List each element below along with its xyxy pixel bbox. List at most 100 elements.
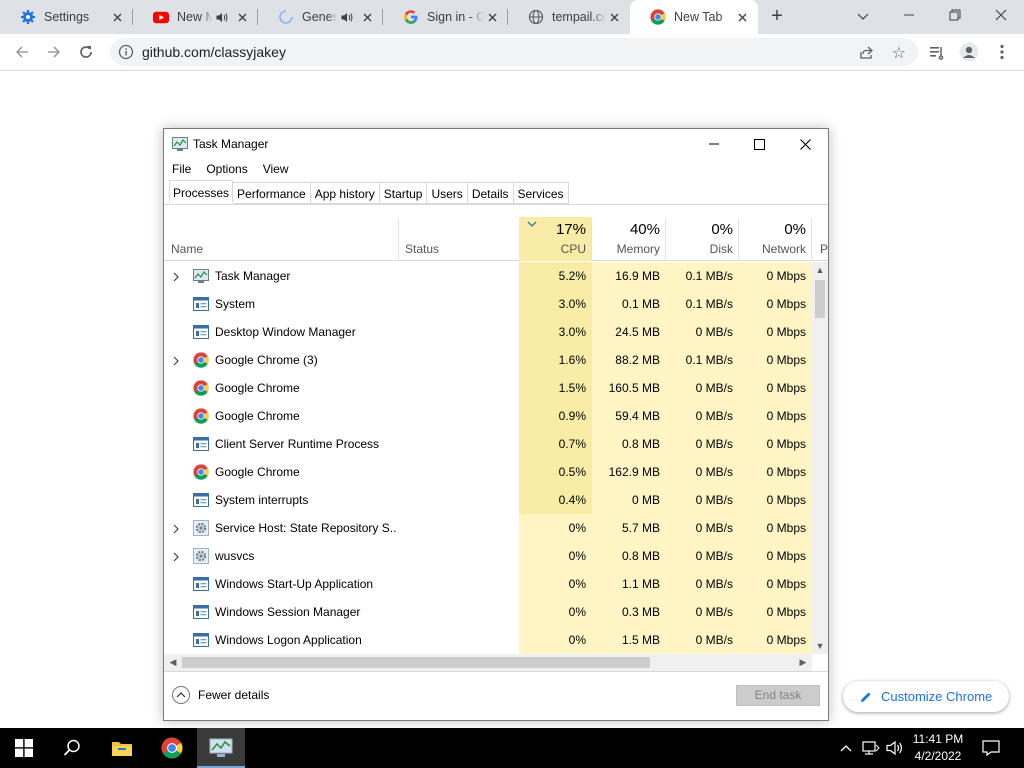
task-manager-title-bar[interactable]: Task Manager [164, 129, 828, 159]
menu-options[interactable]: Options [198, 159, 254, 181]
menu-file[interactable]: File [164, 159, 198, 181]
file-explorer-taskbar-button[interactable] [98, 728, 146, 768]
expand-chevron-icon[interactable] [172, 551, 180, 562]
tab-details[interactable]: Details [467, 182, 514, 204]
browser-tab[interactable]: Sign in - G [383, 0, 508, 34]
vertical-scroll-thumb[interactable] [815, 280, 825, 318]
column-cpu[interactable]: 17% CPU [519, 217, 592, 261]
browser-tab[interactable]: Settings [0, 0, 133, 34]
forward-button[interactable] [42, 40, 66, 64]
tab-services[interactable]: Services [513, 182, 569, 204]
process-row[interactable]: Google Chrome (3) 1.6% 88.2 MB 0.1 MB/s 0 Mb… [164, 346, 812, 374]
tab-app-history[interactable]: App history [310, 182, 380, 204]
column-disk[interactable]: 0% Disk [666, 217, 739, 261]
task-manager-taskbar-button[interactable] [197, 728, 245, 768]
column-network[interactable]: 0% Network [739, 217, 812, 261]
column-power-partial[interactable]: P [812, 217, 828, 261]
close-tab-icon[interactable] [484, 10, 500, 25]
column-status[interactable]: Status [399, 217, 519, 261]
tm-maximize-button[interactable] [736, 129, 782, 159]
audio-playing-icon[interactable] [216, 12, 230, 23]
column-memory[interactable]: 40% Memory [592, 217, 666, 261]
search-button[interactable] [48, 728, 96, 768]
action-center-button[interactable] [976, 728, 1006, 768]
browser-tab[interactable]: New M [133, 0, 258, 34]
end-task-button[interactable]: End task [736, 685, 820, 706]
scroll-right-arrow-icon[interactable]: ▶ [796, 655, 810, 669]
horizontal-scrollbar[interactable]: ◀ ▶ [164, 654, 812, 671]
system-clock[interactable]: 11:41 PM 4/2/2022 [906, 731, 970, 765]
system-window-icon [193, 296, 209, 312]
fewer-details-button[interactable]: Fewer details [172, 686, 269, 704]
task-manager-menu-bar: File Options View [164, 159, 296, 181]
expand-chevron-icon[interactable] [172, 355, 180, 366]
process-row[interactable]: Windows Session Manager 0% 0.3 MB 0 MB/s 0 M… [164, 598, 812, 626]
browser-tab[interactable]: tempail.cor [508, 0, 630, 34]
network-icon[interactable] [860, 728, 882, 768]
process-cpu-cell: 0.7% [519, 430, 592, 458]
scroll-left-arrow-icon[interactable]: ◀ [166, 655, 180, 669]
close-tab-icon[interactable] [359, 10, 375, 25]
profile-avatar-icon[interactable] [957, 40, 981, 64]
chrome-taskbar-button[interactable] [148, 728, 196, 768]
process-name: Google Chrome (3) [215, 353, 318, 367]
close-tab-icon[interactable] [234, 10, 250, 25]
audio-playing-icon[interactable] [341, 12, 355, 23]
browser-tab[interactable]: New Tab [630, 0, 758, 34]
tab-search-chevron-icon[interactable] [851, 4, 875, 28]
reading-list-icon[interactable] [925, 40, 949, 64]
close-tab-icon[interactable] [606, 10, 622, 25]
menu-view[interactable]: View [255, 159, 296, 181]
process-row[interactable]: Windows Start-Up Application 0% 1.1 MB 0 MB… [164, 570, 812, 598]
scroll-down-arrow-icon[interactable]: ▼ [813, 639, 827, 653]
process-row[interactable]: Task Manager 5.2% 16.9 MB 0.1 MB/s 0 Mbps [164, 262, 812, 290]
restore-window-button[interactable] [943, 4, 967, 28]
tab-users[interactable]: Users [427, 182, 468, 204]
volume-icon[interactable] [884, 728, 906, 768]
process-row[interactable]: Client Server Runtime Process 0.7% 0.8 MB 0… [164, 430, 812, 458]
browser-tab[interactable]: Genesi [258, 0, 383, 34]
process-disk-cell: 0 MB/s [666, 374, 739, 402]
process-row[interactable]: Service Host: State Repository S... 0% 5.7… [164, 514, 812, 542]
new-tab-button[interactable]: + [766, 5, 788, 27]
process-memory-cell: 0.8 MB [592, 542, 666, 570]
tm-minimize-button[interactable] [691, 129, 737, 159]
show-hidden-icons-chevron-icon[interactable] [836, 728, 856, 768]
back-button[interactable] [10, 40, 34, 64]
site-info-icon[interactable] [118, 44, 134, 60]
column-name[interactable]: Name [164, 217, 399, 261]
horizontal-scroll-thumb[interactable] [182, 657, 650, 668]
process-row[interactable]: wusvcs 0% 0.8 MB 0 MB/s 0 Mbps [164, 542, 812, 570]
tab-title: New M [177, 10, 212, 24]
expand-chevron-icon[interactable] [172, 523, 180, 534]
close-tab-icon[interactable] [109, 10, 125, 25]
share-icon[interactable] [858, 44, 874, 63]
process-row[interactable]: System 3.0% 0.1 MB 0.1 MB/s 0 Mbps [164, 290, 812, 318]
minimize-window-button[interactable] [897, 4, 921, 28]
process-row[interactable]: Google Chrome 0.9% 59.4 MB 0 MB/s 0 Mbps [164, 402, 812, 430]
start-button[interactable] [0, 728, 48, 768]
close-window-button[interactable] [989, 4, 1013, 28]
address-bar[interactable]: github.com/classyjakey ☆ [110, 38, 918, 66]
tab-performance[interactable]: Performance [233, 182, 311, 204]
chrome-menu-icon[interactable] [990, 40, 1014, 64]
process-row[interactable]: Desktop Window Manager 3.0% 24.5 MB 0 MB/s 0… [164, 318, 812, 346]
expand-chevron-icon[interactable] [172, 271, 180, 282]
tm-close-button[interactable] [782, 129, 828, 159]
process-row[interactable]: Google Chrome 0.5% 162.9 MB 0 MB/s 0 Mbps [164, 458, 812, 486]
process-row[interactable]: Windows Logon Application 0% 1.5 MB 0 MB/s 0… [164, 626, 812, 654]
customize-chrome-button[interactable]: Customize Chrome [843, 681, 1009, 712]
close-tab-icon[interactable] [734, 10, 750, 25]
scroll-up-arrow-icon[interactable]: ▲ [813, 263, 827, 277]
process-disk-cell: 0 MB/s [666, 570, 739, 598]
tab-startup[interactable]: Startup [379, 182, 428, 204]
reload-button[interactable] [74, 40, 98, 64]
sort-descending-chevron-icon [527, 221, 537, 227]
vertical-scrollbar[interactable]: ▲ ▼ [812, 262, 828, 654]
process-row[interactable]: Google Chrome 1.5% 160.5 MB 0 MB/s 0 Mbps [164, 374, 812, 402]
process-row[interactable]: System interrupts 0.4% 0 MB 0 MB/s 0 Mbps [164, 486, 812, 514]
tab-processes[interactable]: Processes [169, 180, 234, 203]
bookmark-star-icon[interactable]: ☆ [892, 43, 906, 63]
process-cpu-cell: 3.0% [519, 318, 592, 346]
process-disk-cell: 0 MB/s [666, 430, 739, 458]
